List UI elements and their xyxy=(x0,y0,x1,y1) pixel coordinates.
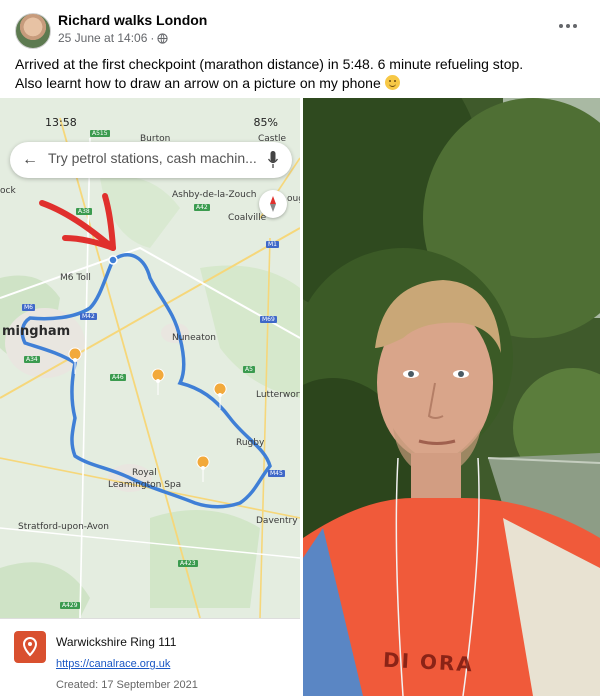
map-label-birmingham: mingham xyxy=(2,324,71,339)
back-arrow-icon[interactable]: ← xyxy=(22,151,38,169)
map-label-oug: oug xyxy=(287,194,300,204)
road-badge-a34: A34 xyxy=(24,356,40,363)
microphone-icon[interactable] xyxy=(268,151,278,169)
map-label-royal: Royal xyxy=(132,468,157,478)
map-pin-icon xyxy=(14,631,46,663)
map-label-stratford: Stratford-upon-Avon xyxy=(18,522,110,532)
globe-icon xyxy=(157,32,169,44)
map-label-ashby: Ashby-de-la-Zouch xyxy=(172,190,257,200)
status-time: 13:58 xyxy=(45,116,77,129)
road-badge-m1: M1 xyxy=(266,241,279,248)
map-label-rugby: Rugby xyxy=(236,438,265,448)
status-battery: 85% xyxy=(253,116,278,129)
map-label-m6-toll: M6 Toll xyxy=(60,273,91,283)
post-text-line-1: Arrived at the first checkpoint (maratho… xyxy=(15,56,524,72)
selfie-image xyxy=(303,98,600,696)
road-badge-m42: M42 xyxy=(80,313,97,320)
road-badge-m45: M45 xyxy=(268,470,285,477)
road-badge-a38: A38 xyxy=(76,208,92,215)
map-label-leamington: Leamington Spa xyxy=(108,480,182,490)
shirt-print-text: DI ORA xyxy=(382,647,475,677)
more-options-button[interactable] xyxy=(556,16,580,36)
map-label-castle: Castle xyxy=(258,134,287,144)
map-search-input[interactable] xyxy=(48,150,258,166)
road-badge-m6: M6 xyxy=(22,304,35,311)
more-icon xyxy=(559,24,563,28)
map-label-ock: ock xyxy=(0,186,16,196)
place-created-date: Created: 17 September 2021 xyxy=(56,679,198,691)
meta-separator: · xyxy=(150,31,155,45)
road-badge-a423: A423 xyxy=(178,560,198,567)
map-label-coalville: Coalville xyxy=(228,213,267,223)
phone-status-bar: 13:58 85% xyxy=(0,98,300,138)
post-meta: 25 June at 14:06 · xyxy=(58,31,169,45)
avatar[interactable] xyxy=(15,13,51,49)
place-link[interactable]: https://canalrace.org.uk xyxy=(56,658,170,670)
selfie-photo[interactable]: DI ORA xyxy=(303,98,600,696)
map-label-daventry: Daventry xyxy=(256,516,298,526)
map-photo[interactable]: 13:58 85% ← Burton Castle Ashby-de-la-Zo… xyxy=(0,98,300,696)
post-text-line-2: Also learnt how to draw an arrow on a pi… xyxy=(15,74,590,93)
road-badge-a46: A46 xyxy=(110,374,126,381)
place-info-card[interactable]: Warwickshire Ring 111 https://canalrace.… xyxy=(0,618,300,696)
map-label-lutterworth: Lutterwort xyxy=(256,390,300,400)
road-badge-a5: A5 xyxy=(243,366,255,373)
road-badge-a429: A429 xyxy=(60,602,80,609)
post-date[interactable]: 25 June at 14:06 xyxy=(58,31,147,45)
post-header: Richard walks London 25 June at 14:06 · xyxy=(0,0,600,52)
road-badge-a42: A42 xyxy=(194,204,210,211)
smile-emoji xyxy=(384,75,400,90)
post-text: Arrived at the first checkpoint (maratho… xyxy=(15,55,590,93)
place-name: Warwickshire Ring 111 xyxy=(56,635,177,649)
map-label-burton: Burton xyxy=(140,134,171,144)
map-label-nuneaton: Nuneaton xyxy=(172,333,216,343)
road-badge-a515: A515 xyxy=(90,130,110,137)
author-name[interactable]: Richard walks London xyxy=(58,12,207,28)
road-badge-m69: M69 xyxy=(260,316,277,323)
map-search-bar[interactable]: ← xyxy=(10,142,292,178)
